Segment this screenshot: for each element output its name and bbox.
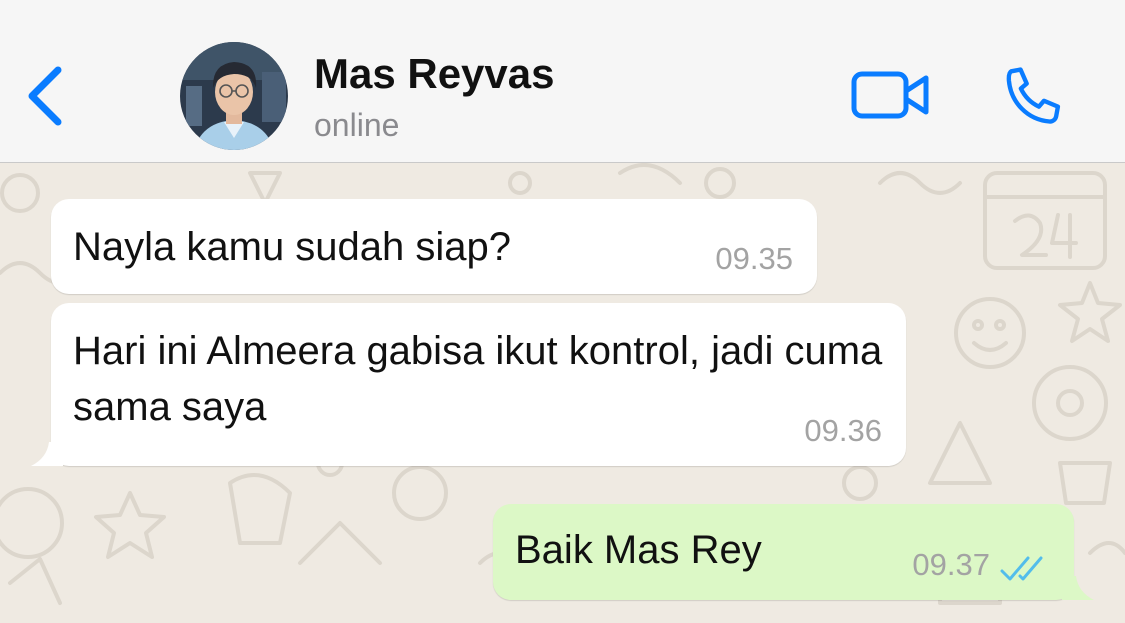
- back-button[interactable]: [18, 60, 74, 132]
- message-timestamp: 09.37: [912, 547, 990, 582]
- message-bubble-incoming[interactable]: Hari ini Almeera gabisa ikut kontrol, ja…: [31, 303, 906, 466]
- chevron-left-icon: [28, 66, 62, 126]
- voice-call-button[interactable]: [998, 62, 1070, 132]
- bubble-tail: [31, 442, 63, 466]
- chat-header: Mas Reyvas online: [0, 0, 1125, 163]
- contact-avatar[interactable]: [180, 42, 288, 150]
- message-text: Hari ini Almeera gabisa ikut kontrol, ja…: [73, 329, 883, 429]
- video-camera-icon: [851, 71, 929, 119]
- message-list[interactable]: Nayla kamu sudah siap? 09.35 Hari ini Al…: [0, 163, 1125, 623]
- message-text: Baik Mas Rey: [515, 528, 762, 572]
- read-receipt-icon: [1000, 556, 1043, 581]
- message-timestamp: 09.35: [715, 241, 793, 276]
- message-timestamp: 09.36: [804, 413, 882, 448]
- contact-name[interactable]: Mas Reyvas: [314, 50, 555, 98]
- message-bubble-incoming[interactable]: Nayla kamu sudah siap? 09.35: [51, 199, 817, 294]
- message-bubble-outgoing[interactable]: Baik Mas Rey 09.37: [493, 504, 1094, 600]
- bubble-tail: [1062, 576, 1094, 600]
- video-call-button[interactable]: [848, 64, 934, 126]
- message-text: Nayla kamu sudah siap?: [73, 225, 512, 269]
- contact-status: online: [314, 107, 400, 143]
- phone-icon: [1006, 67, 1061, 124]
